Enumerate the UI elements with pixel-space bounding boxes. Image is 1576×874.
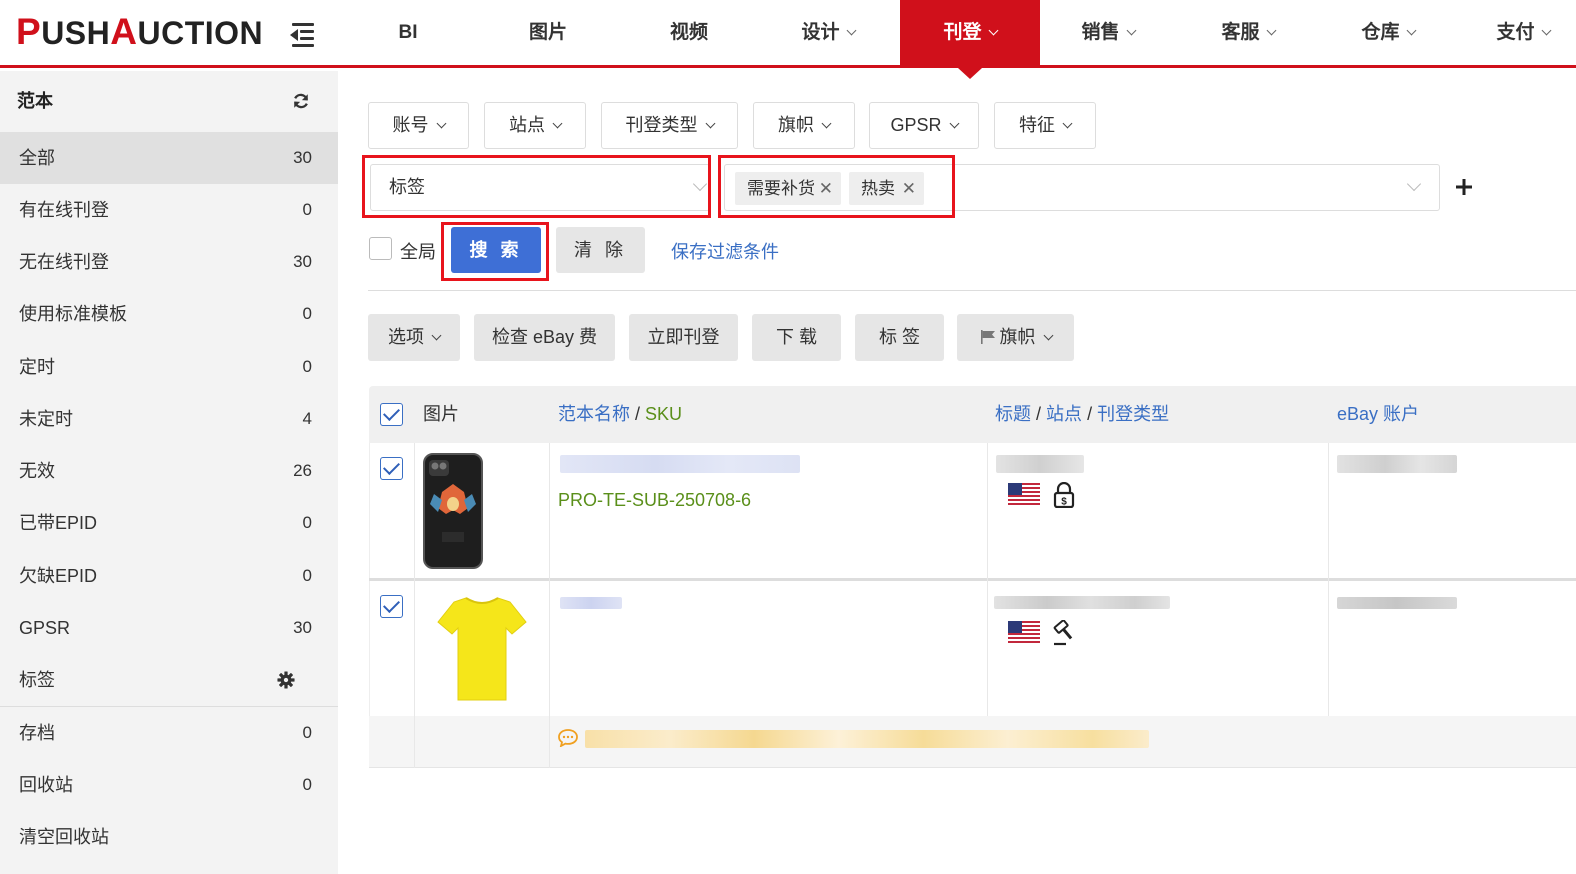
gear-icon[interactable] xyxy=(277,671,295,689)
add-filter-icon[interactable] xyxy=(1454,176,1474,198)
sidebar-item-unscheduled[interactable]: 未定时 4 xyxy=(0,393,338,445)
header-title-site-type[interactable]: 标题 / 站点 / 刊登类型 xyxy=(995,386,1169,443)
top-navbar: PUSHAUCTION BI 图片 视频 设计 刊登 销售 客服 仓库 支付 xyxy=(0,0,1576,68)
global-label: 全局 xyxy=(400,242,436,262)
sku-text: PRO-TE-SUB-250708-6 xyxy=(558,490,752,510)
sidebar-item-recycle-bin[interactable]: 回收站 0 xyxy=(0,759,338,811)
header-ebay-account[interactable]: eBay 账户 xyxy=(1337,386,1419,443)
chevron-down-icon xyxy=(436,118,446,129)
chevron-down-icon xyxy=(431,330,442,341)
pushauction-logo[interactable]: PUSHAUCTION xyxy=(16,12,263,52)
column-divider xyxy=(414,716,415,768)
sidebar-item-tags[interactable]: 标签 xyxy=(0,654,338,706)
title-redacted xyxy=(996,455,1084,473)
tag-multiselect[interactable]: 需要补货 ✕ 热卖 ✕ xyxy=(724,164,1440,211)
sidebar-item-archive[interactable]: 存档 0 xyxy=(0,707,338,759)
nav-images[interactable]: 图片 xyxy=(500,0,596,65)
sidebar-item-has-online[interactable]: 有在线刊登 0 xyxy=(0,184,338,236)
sidebar-item-gpsr[interactable]: GPSR 30 xyxy=(0,602,338,654)
nav-sales[interactable]: 销售 xyxy=(1050,0,1166,65)
row-checkbox[interactable] xyxy=(380,457,403,480)
nav-listing[interactable]: 刊登 xyxy=(900,0,1040,65)
refresh-icon[interactable] xyxy=(292,92,310,110)
chevron-down-icon xyxy=(988,25,998,36)
column-divider xyxy=(549,716,550,768)
chevron-down-icon xyxy=(821,118,832,129)
ebay-account-redacted xyxy=(1337,455,1457,473)
remove-tag-icon[interactable]: ✕ xyxy=(819,172,833,205)
options-button[interactable]: 选项 xyxy=(368,314,460,361)
site-filter-dropdown[interactable]: 站点 xyxy=(484,102,586,149)
chevron-down-icon xyxy=(846,25,856,36)
sidebar-item-standard-template[interactable]: 使用标准模板 0 xyxy=(0,288,338,340)
filter-field-select[interactable]: 标签 xyxy=(370,164,710,211)
us-flag-icon xyxy=(1008,621,1040,643)
row-checkbox[interactable] xyxy=(380,595,403,618)
global-checkbox[interactable] xyxy=(369,237,392,260)
chevron-down-icon xyxy=(692,176,708,192)
chevron-down-icon xyxy=(1126,25,1136,36)
column-divider xyxy=(987,443,988,716)
chevron-down-icon xyxy=(1043,330,1053,341)
remove-tag-icon[interactable]: ✕ xyxy=(902,172,916,205)
gpsr-filter-dropdown[interactable]: GPSR xyxy=(869,102,979,149)
feature-filter-dropdown[interactable]: 特征 xyxy=(994,102,1096,149)
active-nav-pointer xyxy=(958,68,982,79)
clear-button[interactable]: 清 除 xyxy=(556,227,645,273)
auction-gavel-icon xyxy=(1053,620,1073,646)
sidebar-item-all[interactable]: 全部 30 xyxy=(0,132,338,184)
sidebar-item-no-online[interactable]: 无在线刊登 30 xyxy=(0,236,338,288)
us-flag-icon xyxy=(1008,483,1040,505)
nav-design[interactable]: 设计 xyxy=(770,0,886,65)
publish-now-button[interactable]: 立即刊登 xyxy=(629,314,738,361)
flag-filter-dropdown[interactable]: 旗帜 xyxy=(753,102,855,149)
nav-customer-service[interactable]: 客服 xyxy=(1190,0,1306,65)
search-button[interactable]: 搜 索 xyxy=(451,227,541,273)
tag-chip-restock: 需要补货 ✕ xyxy=(735,172,841,205)
fixed-price-lock-icon: $ xyxy=(1053,482,1075,508)
header-template-name-sku[interactable]: 范本名称 / SKU xyxy=(558,386,682,443)
sidebar-item-has-epid[interactable]: 已带EPID 0 xyxy=(0,497,338,549)
listing-type-filter-dropdown[interactable]: 刊登类型 xyxy=(601,102,738,149)
product-image-yellow-tshirt[interactable] xyxy=(436,594,528,706)
check-ebay-fee-button[interactable]: 检查 eBay 费 xyxy=(474,314,615,361)
sidebar-item-invalid[interactable]: 无效 26 xyxy=(0,445,338,497)
chevron-down-icon xyxy=(1266,25,1276,36)
divider xyxy=(368,290,1576,291)
sidebar-item-missing-epid[interactable]: 欠缺EPID 0 xyxy=(0,550,338,602)
nav-warehouse[interactable]: 仓库 xyxy=(1330,0,1446,65)
chevron-down-icon xyxy=(949,118,959,129)
download-button[interactable]: 下 载 xyxy=(752,314,841,361)
nav-videos[interactable]: 视频 xyxy=(641,0,737,65)
chevron-down-icon xyxy=(1406,176,1422,192)
save-filter-link[interactable]: 保存过滤条件 xyxy=(671,238,779,264)
chevron-down-icon xyxy=(1406,25,1416,36)
sidebar-item-empty-recycle-bin[interactable]: 清空回收站 xyxy=(0,811,338,863)
tag-chip-hot-sale: 热卖 ✕ xyxy=(849,172,924,205)
flag-button[interactable]: 旗帜 xyxy=(957,314,1074,361)
tag-button[interactable]: 标 签 xyxy=(855,314,944,361)
menu-collapse-icon[interactable] xyxy=(288,20,318,48)
chevron-down-icon xyxy=(1541,25,1551,36)
comment-icon xyxy=(558,729,578,747)
sidebar-title: 范本 xyxy=(0,71,338,131)
sidebar-item-scheduled[interactable]: 定时 0 xyxy=(0,341,338,393)
select-all-checkbox[interactable] xyxy=(380,403,403,426)
nav-bi[interactable]: BI xyxy=(360,0,456,65)
template-name-redacted[interactable] xyxy=(560,455,800,473)
title-redacted xyxy=(994,596,1170,609)
product-image-phone-case[interactable] xyxy=(422,452,484,570)
nav-payment[interactable]: 支付 xyxy=(1470,0,1576,65)
svg-text:$: $ xyxy=(1061,497,1067,508)
column-divider xyxy=(1328,443,1329,716)
chevron-down-icon xyxy=(552,118,563,129)
flag-icon xyxy=(980,330,995,344)
account-filter-dropdown[interactable]: 账号 xyxy=(368,102,469,149)
template-name-redacted[interactable] xyxy=(560,597,622,609)
header-image: 图片 xyxy=(423,404,459,424)
chevron-down-icon xyxy=(705,118,715,129)
note-text-redacted xyxy=(585,730,1149,748)
ebay-account-redacted xyxy=(1337,597,1457,609)
chevron-down-icon xyxy=(1062,118,1073,129)
